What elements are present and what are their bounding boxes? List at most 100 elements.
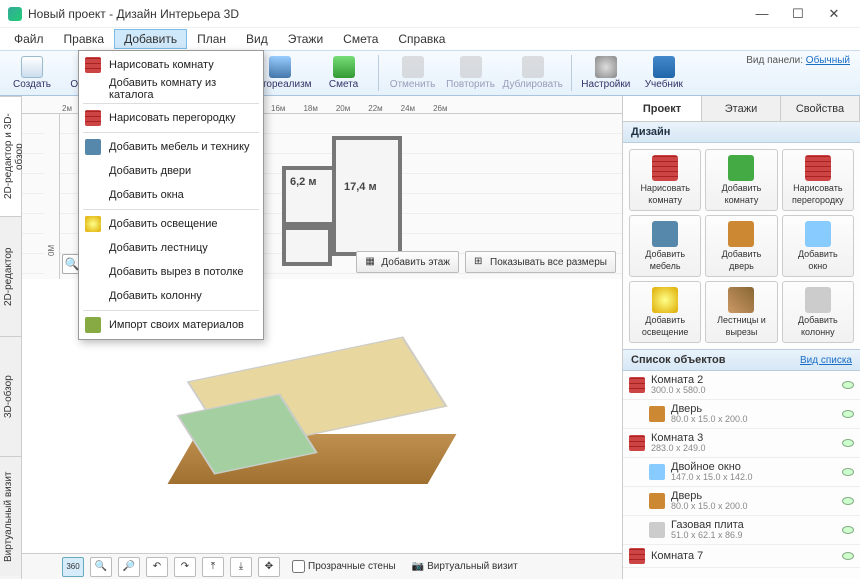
minimize-button[interactable]: —: [744, 0, 780, 28]
design-tool-button[interactable]: Нарисоватьперегородку: [782, 149, 854, 211]
menu-item-label: Импорт своих материалов: [109, 319, 244, 331]
tb-redo[interactable]: Повторить: [445, 52, 497, 94]
brick-icon: [629, 435, 645, 451]
tb-tutorial[interactable]: Учебник: [638, 52, 690, 94]
design-tool-button[interactable]: Нарисоватькомнату: [629, 149, 701, 211]
tb-undo[interactable]: Отменить: [387, 52, 439, 94]
orbit-left-button[interactable]: ↶: [146, 557, 168, 577]
visibility-toggle-icon[interactable]: [842, 439, 854, 447]
object-dimensions: 80.0 x 15.0 x 200.0: [671, 502, 836, 512]
object-row[interactable]: Дверь80.0 x 15.0 x 200.0: [623, 487, 860, 516]
vtab-virtual[interactable]: Виртуальный визит: [0, 456, 21, 576]
objects-list: Комната 2300.0 x 580.0Дверь80.0 x 15.0 x…: [623, 371, 860, 579]
close-button[interactable]: ✕: [816, 0, 852, 28]
menu-edit[interactable]: Правка: [54, 29, 115, 49]
object-row[interactable]: Комната 3283.0 x 249.0: [623, 429, 860, 458]
object-row[interactable]: Комната 2300.0 x 580.0: [623, 371, 860, 400]
menu-help[interactable]: Справка: [388, 29, 455, 49]
design-tool-button[interactable]: Добавитьдверь: [705, 215, 777, 277]
design-tool-button[interactable]: Добавитькомнату: [705, 149, 777, 211]
toolbar-separator: [378, 55, 379, 91]
menu-item[interactable]: Добавить лестницу: [79, 236, 263, 260]
door-icon: [649, 406, 665, 422]
object-row[interactable]: Дверь80.0 x 15.0 x 200.0: [623, 400, 860, 429]
rtab-floors[interactable]: Этажи: [702, 96, 781, 121]
object-row[interactable]: Двойное окно147.0 x 15.0 x 142.0: [623, 458, 860, 487]
floor-icon: ▦: [365, 256, 377, 268]
zoom-in-3d-button[interactable]: 🔍: [90, 557, 112, 577]
menu-item[interactable]: Добавить вырез в потолке: [79, 260, 263, 284]
window-icon: [649, 464, 665, 480]
design-tool-button[interactable]: Добавитьколонну: [782, 281, 854, 343]
rotate-360-button[interactable]: 360: [62, 557, 84, 577]
virtual-visit-button[interactable]: 📷 Виртуальный визит: [412, 561, 518, 572]
import-icon: [85, 317, 101, 333]
menu-file[interactable]: Файл: [4, 29, 54, 49]
menu-separator: [83, 103, 259, 104]
orbit-right-button[interactable]: ↷: [174, 557, 196, 577]
brick-icon: [85, 110, 101, 126]
visibility-toggle-icon[interactable]: [842, 552, 854, 560]
brick-icon: [652, 155, 678, 181]
menu-item[interactable]: Добавить колонну: [79, 284, 263, 308]
design-tool-button[interactable]: Добавитьокно: [782, 215, 854, 277]
tb-smeta[interactable]: Смета: [318, 52, 370, 94]
menu-item[interactable]: Добавить двери: [79, 159, 263, 183]
tilt-up-button[interactable]: ⤒: [202, 557, 224, 577]
design-tool-button[interactable]: Лестницы ивырезы: [705, 281, 777, 343]
brick-icon: [805, 155, 831, 181]
menu-bar: Файл Правка Добавить План Вид Этажи Смет…: [0, 28, 860, 50]
transparent-walls-toggle[interactable]: Прозрачные стены: [292, 560, 396, 573]
visibility-toggle-icon[interactable]: [842, 468, 854, 476]
menu-item[interactable]: Нарисовать перегородку: [79, 106, 263, 130]
bulb-icon: [652, 287, 678, 313]
tb-create[interactable]: Создать: [6, 52, 58, 94]
plus-icon: [728, 155, 754, 181]
design-tool-button[interactable]: Добавитьмебель: [629, 215, 701, 277]
menu-view[interactable]: Вид: [236, 29, 278, 49]
add-floor-button[interactable]: ▦Добавить этаж: [356, 251, 459, 273]
list-view-link[interactable]: Вид списка: [800, 355, 852, 366]
blank-icon: [85, 81, 101, 97]
vtab-2d[interactable]: 2D-редактор: [0, 216, 21, 336]
column-icon: [805, 287, 831, 313]
rtab-props[interactable]: Свойства: [781, 96, 860, 121]
tb-duplicate[interactable]: Дублировать: [503, 52, 563, 94]
tb-settings[interactable]: Настройки: [580, 52, 632, 94]
menu-floors[interactable]: Этажи: [278, 29, 333, 49]
tilt-down-button[interactable]: ⤓: [230, 557, 252, 577]
menu-item[interactable]: Импорт своих материалов: [79, 313, 263, 337]
object-row[interactable]: Газовая плита51.0 x 62.1 x 86.9: [623, 516, 860, 545]
menu-plan[interactable]: План: [187, 29, 236, 49]
menu-add[interactable]: Добавить: [114, 29, 187, 49]
maximize-button[interactable]: ☐: [780, 0, 816, 28]
menu-item-label: Добавить окна: [109, 189, 184, 201]
zoom-out-3d-button[interactable]: 🔎: [118, 557, 140, 577]
transparent-walls-checkbox[interactable]: [292, 560, 305, 573]
menu-item[interactable]: Добавить освещение: [79, 212, 263, 236]
show-dimensions-button[interactable]: ⊞Показывать все размеры: [465, 251, 616, 273]
room-area-1: 6,2 м: [290, 176, 317, 188]
menu-item-label: Нарисовать комнату: [109, 59, 214, 71]
menu-smeta[interactable]: Смета: [333, 29, 388, 49]
floor-plan[interactable]: 6,2 м 17,4 м: [282, 126, 402, 266]
object-dimensions: 147.0 x 15.0 x 142.0: [671, 473, 836, 483]
dims-icon: ⊞: [474, 256, 486, 268]
vtab-3d[interactable]: 3D-обзор: [0, 336, 21, 456]
panel-mode-link[interactable]: Обычный: [806, 55, 850, 66]
pan-button[interactable]: ✥: [258, 557, 280, 577]
menu-item[interactable]: Добавить окна: [79, 183, 263, 207]
object-row[interactable]: Комната 7: [623, 545, 860, 568]
rtab-project[interactable]: Проект: [623, 96, 702, 121]
ruler-tick: 26м: [433, 104, 447, 113]
design-tool-button[interactable]: Добавитьосвещение: [629, 281, 701, 343]
visibility-toggle-icon[interactable]: [842, 497, 854, 505]
menu-item[interactable]: Нарисовать комнату: [79, 53, 263, 77]
vtab-2d-and-3d[interactable]: 2D-редактор и 3D-обзор: [0, 96, 21, 216]
visibility-toggle-icon[interactable]: [842, 526, 854, 534]
visibility-toggle-icon[interactable]: [842, 381, 854, 389]
menu-item[interactable]: Добавить комнату из каталога: [79, 77, 263, 101]
camera-icon: [269, 56, 291, 78]
menu-item[interactable]: Добавить мебель и технику: [79, 135, 263, 159]
visibility-toggle-icon[interactable]: [842, 410, 854, 418]
